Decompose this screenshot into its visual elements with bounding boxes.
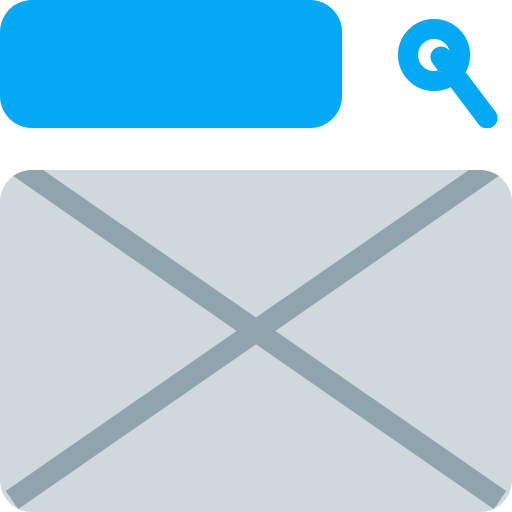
image-placeholder xyxy=(0,170,512,512)
search-icon-graphic xyxy=(398,19,498,129)
search-icon[interactable] xyxy=(384,0,512,129)
search-bar[interactable] xyxy=(0,0,342,128)
wireframe-window xyxy=(0,0,512,512)
